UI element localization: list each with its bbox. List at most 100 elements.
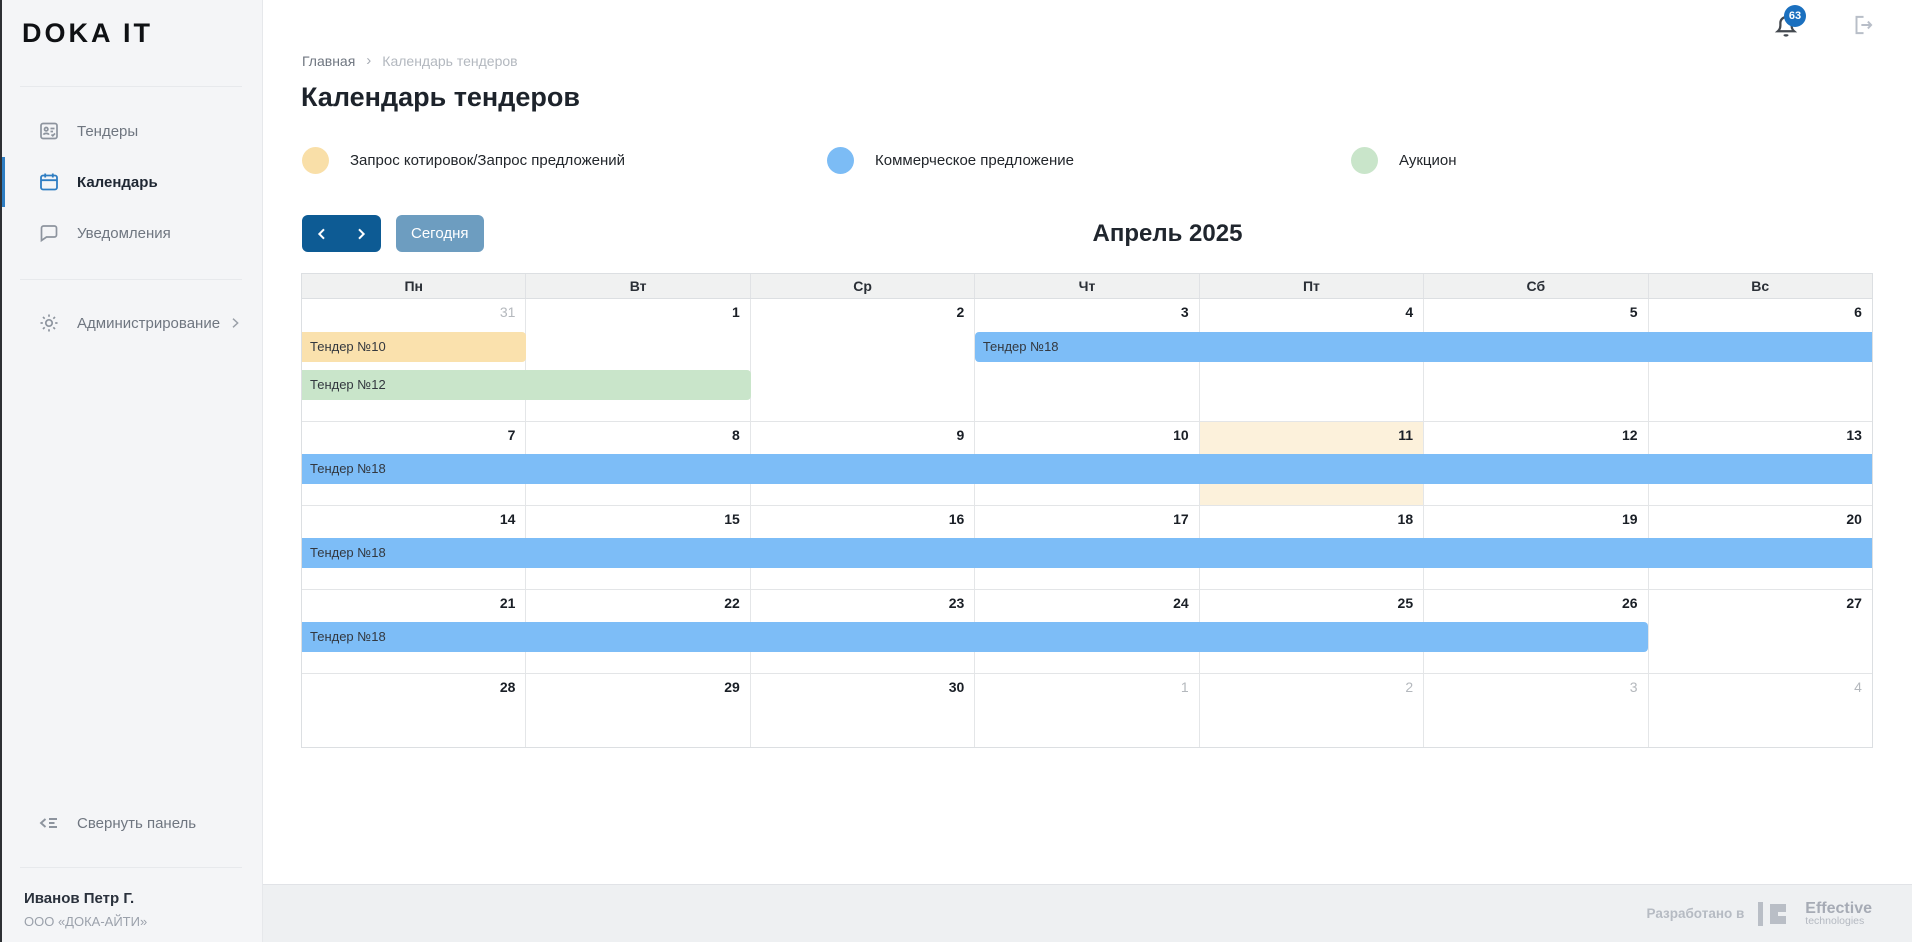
- calendar-event[interactable]: Тендер №18: [302, 454, 1872, 484]
- month-title: Апрель 2025: [463, 215, 1872, 252]
- month-nav-group: [302, 215, 381, 252]
- day-number: 13: [1846, 427, 1862, 443]
- legend-item-auction: Аукцион: [1351, 146, 1457, 174]
- brand-subtitle: technologies: [1805, 916, 1872, 927]
- footer: Разработано в Effective technologies: [263, 884, 1912, 942]
- weekday-label: Пн: [302, 274, 526, 298]
- user-block: Иванов Петр Г. ООО «ДОКА-АЙТИ»: [24, 890, 147, 929]
- user-name: Иванов Петр Г.: [24, 890, 147, 907]
- chevron-right-icon: [353, 226, 369, 242]
- sidebar-item-label: Календарь: [77, 174, 158, 191]
- day-number: 25: [1398, 595, 1414, 611]
- weekday-label: Чт: [975, 274, 1199, 298]
- notifications-icon: [37, 221, 61, 245]
- day-number: 4: [1854, 679, 1862, 695]
- day-cell[interactable]: 4: [1649, 674, 1872, 747]
- collapse-panel-icon: [37, 811, 61, 835]
- user-company: ООО «ДОКА-АЙТИ»: [24, 914, 147, 929]
- day-number: 27: [1846, 595, 1862, 611]
- day-number: 26: [1622, 595, 1638, 611]
- day-number: 23: [949, 595, 965, 611]
- legend-dot-auction: [1351, 147, 1378, 174]
- weekday-label: Вт: [526, 274, 750, 298]
- day-cell[interactable]: 1: [526, 299, 750, 421]
- day-number: 17: [1173, 511, 1189, 527]
- effective-technologies-logo: Effective technologies: [1758, 901, 1872, 927]
- breadcrumb-current: Календарь тендеров: [382, 53, 517, 69]
- calendar-event[interactable]: Тендер №18: [975, 332, 1872, 362]
- calendar-event[interactable]: Тендер №12: [302, 370, 751, 400]
- calendar-week-row: 28 2930 1 2 3 4: [302, 674, 1872, 747]
- legend-dot-quote: [302, 147, 329, 174]
- calendar-event[interactable]: Тендер №10: [302, 332, 526, 362]
- logout-button[interactable]: [1850, 12, 1876, 38]
- day-number: 10: [1173, 427, 1189, 443]
- day-number: 28: [500, 679, 516, 695]
- sidebar-item-tenders[interactable]: Тендеры: [0, 106, 263, 156]
- gear-icon: [37, 311, 61, 335]
- legend-dot-offer: [827, 147, 854, 174]
- day-cell[interactable]: 30: [751, 674, 975, 747]
- notifications-badge: 63: [1784, 5, 1806, 27]
- day-number: 19: [1622, 511, 1638, 527]
- page-title: Календарь тендеров: [301, 82, 580, 113]
- day-number: 22: [724, 595, 740, 611]
- day-number: 20: [1846, 511, 1862, 527]
- sidebar-item-notifications[interactable]: Уведомления: [0, 208, 263, 258]
- calendar-week-row: 14151617181920Тендер №18: [302, 506, 1872, 590]
- day-number: 9: [956, 427, 964, 443]
- breadcrumb: Главная › Календарь тендеров: [302, 52, 518, 69]
- weekday-header-row: ПнВтСрЧтПтСбВс: [302, 274, 1872, 299]
- breadcrumb-separator-icon: ›: [366, 52, 371, 69]
- calendar-icon: [37, 170, 61, 194]
- day-cell[interactable]: 2: [751, 299, 975, 421]
- legend-item-quote: Запрос котировок/Запрос предложений: [302, 146, 625, 174]
- weekday-label: Сб: [1424, 274, 1648, 298]
- sidebar-item-calendar[interactable]: Календарь: [0, 157, 263, 207]
- day-number: 24: [1173, 595, 1189, 611]
- day-number: 5: [1630, 304, 1638, 320]
- day-number: 7: [508, 427, 516, 443]
- developed-by-label: Разработано в: [1647, 906, 1745, 921]
- divider: [20, 279, 242, 280]
- tenders-icon: [37, 119, 61, 143]
- legend-item-offer: Коммерческое предложение: [827, 146, 1074, 174]
- day-cell[interactable]: 2: [1200, 674, 1424, 747]
- calendar-controls: Сегодня Апрель 2025: [302, 215, 1872, 252]
- day-number: 2: [956, 304, 964, 320]
- day-number: 6: [1854, 304, 1862, 320]
- day-number: 1: [1181, 679, 1189, 695]
- day-cell[interactable]: 3: [1424, 674, 1648, 747]
- sidebar-item-label: Уведомления: [77, 225, 171, 242]
- notifications-button[interactable]: 63: [1771, 10, 1805, 44]
- day-number: 4: [1405, 304, 1413, 320]
- day-number: 11: [1398, 427, 1413, 443]
- day-number: 16: [949, 511, 965, 527]
- collapse-panel-button[interactable]: Свернуть панель: [0, 798, 263, 848]
- day-cell[interactable]: 1: [975, 674, 1199, 747]
- divider: [20, 86, 242, 87]
- sidebar-item-label: Тендеры: [77, 123, 138, 140]
- brand-name: Effective: [1805, 901, 1872, 916]
- calendar-event[interactable]: Тендер №18: [302, 538, 1872, 568]
- prev-month-button[interactable]: [302, 215, 342, 252]
- day-number: 1: [732, 304, 740, 320]
- day-number: 14: [500, 511, 516, 527]
- chevron-left-icon: [314, 226, 330, 242]
- day-cell[interactable]: 29: [526, 674, 750, 747]
- day-cell[interactable]: 28: [302, 674, 526, 747]
- breadcrumb-home-link[interactable]: Главная: [302, 53, 355, 69]
- sidebar-item-administration[interactable]: Администрирование: [0, 298, 263, 348]
- day-cell[interactable]: 27: [1649, 590, 1872, 673]
- calendar-event[interactable]: Тендер №18: [302, 622, 1648, 652]
- calendar-week-row: 31123456Тендер №10Тендер №18Тендер №12: [302, 299, 1872, 422]
- next-month-button[interactable]: [342, 215, 382, 252]
- collapse-panel-label: Свернуть панель: [77, 815, 196, 832]
- day-number: 8: [732, 427, 740, 443]
- divider: [20, 867, 242, 868]
- day-number: 3: [1630, 679, 1638, 695]
- weekday-label: Ср: [751, 274, 975, 298]
- day-number: 31: [500, 304, 516, 320]
- day-number: 2: [1405, 679, 1413, 695]
- app-logo: DOKA IT: [22, 18, 153, 49]
